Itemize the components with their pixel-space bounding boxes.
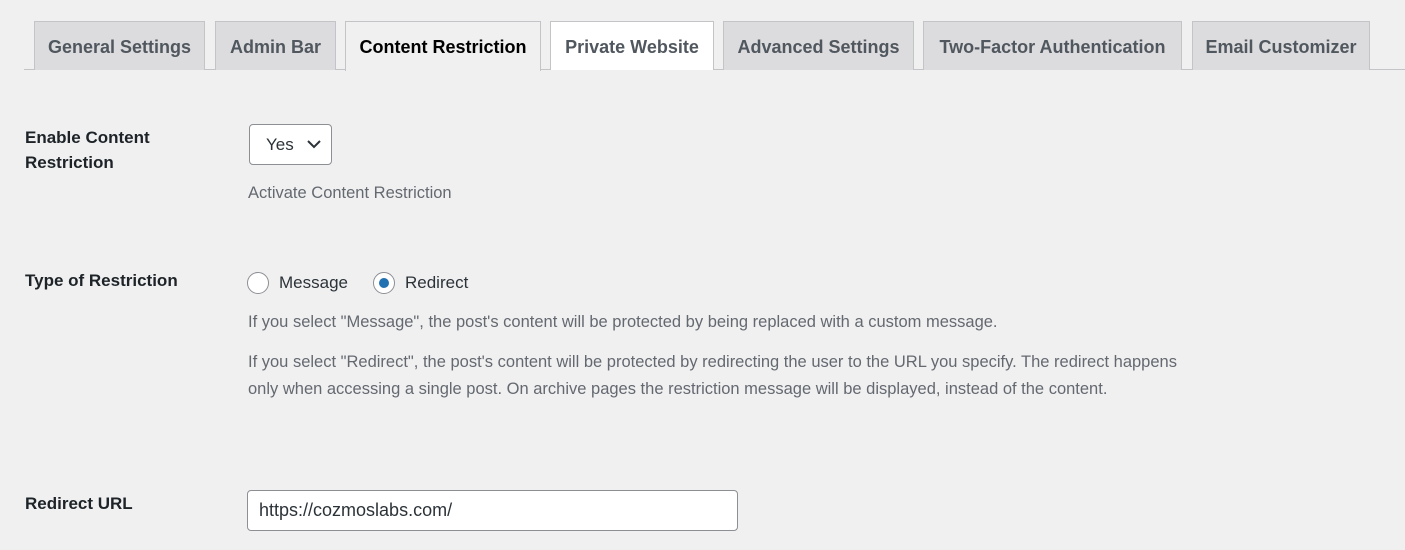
tab-email-customizer[interactable]: Email Customizer	[1192, 21, 1370, 70]
redirect-url-input[interactable]: https://cozmoslabs.com/	[247, 490, 738, 531]
enable-restriction-description: Activate Content Restriction	[248, 184, 452, 202]
message-description: If you select "Message", the post's cont…	[248, 313, 998, 331]
tab-admin-bar[interactable]: Admin Bar	[215, 21, 336, 70]
enable-restriction-select[interactable]: Yes	[249, 124, 332, 165]
tab-content-restriction[interactable]: Content Restriction	[345, 21, 541, 71]
radio-option-redirect[interactable]: Redirect	[373, 272, 468, 294]
radio-label-message: Message	[279, 273, 348, 292]
radio-option-message[interactable]: Message	[247, 272, 348, 294]
restriction-type-label: Type of Restriction	[25, 271, 178, 290]
redirect-url-label: Redirect URL	[25, 494, 133, 513]
tab-advanced-settings[interactable]: Advanced Settings	[723, 21, 914, 70]
radio-message[interactable]	[247, 272, 269, 294]
radio-redirect[interactable]	[373, 272, 395, 294]
select-value: Yes	[266, 135, 294, 154]
enable-restriction-label: Enable Content Restriction	[25, 128, 150, 172]
settings-tabs: General Settings Admin Bar Content Restr…	[24, 21, 1405, 71]
radio-label-redirect: Redirect	[405, 273, 469, 292]
tab-general-settings[interactable]: General Settings	[34, 21, 205, 70]
tab-two-factor-authentication[interactable]: Two-Factor Authentication	[923, 21, 1182, 70]
tab-private-website[interactable]: Private Website	[550, 21, 714, 70]
chevron-down-icon	[307, 140, 321, 149]
redirect-description: If you select "Redirect", the post's con…	[248, 353, 1177, 398]
